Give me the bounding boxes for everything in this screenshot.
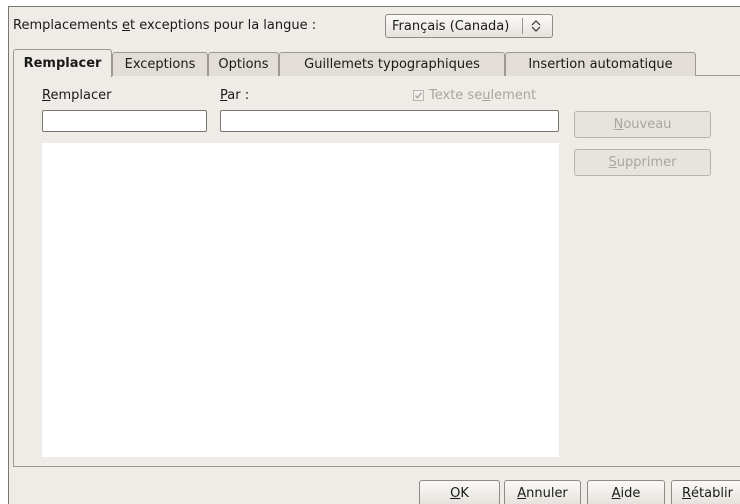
replace-input[interactable] [42,110,207,132]
tab-remplacer[interactable]: Remplacer [13,49,112,77]
help-button[interactable]: Aide [587,480,665,504]
checkmark-icon [414,92,423,99]
spin-arrows-icon [531,20,541,32]
replace-label: Remplacer [42,88,112,103]
cancel-button[interactable]: Annuler [504,480,581,504]
language-select[interactable]: Français (Canada) [385,14,553,38]
with-input[interactable] [220,110,559,132]
reset-button[interactable]: Rétablir [671,480,740,504]
text-only-checkbox[interactable]: Texte seulement [413,88,536,103]
delete-button[interactable]: Supprimer [574,149,711,176]
ok-button[interactable]: OK [419,480,500,504]
language-select-value: Français (Canada) [392,18,510,34]
tab-insertion-automatique[interactable]: Insertion automatique [505,52,696,76]
language-select-divider [522,18,523,34]
replacement-list[interactable] [42,143,559,457]
checkbox-box [413,90,424,101]
with-label: Par : [220,88,250,103]
autocorrect-dialog: Remplacements et exceptions pour la lang… [8,6,740,504]
tab-exceptions[interactable]: Exceptions [112,52,208,76]
tab-options[interactable]: Options [208,52,279,76]
tab-bar: Remplacer Exceptions Options Guillemets … [9,49,740,77]
tab-guillemets[interactable]: Guillemets typographiques [279,52,505,76]
language-label: Remplacements et exceptions pour la lang… [13,18,317,33]
new-button[interactable]: Nouveau [574,111,711,138]
text-only-label: Texte seulement [429,88,537,103]
